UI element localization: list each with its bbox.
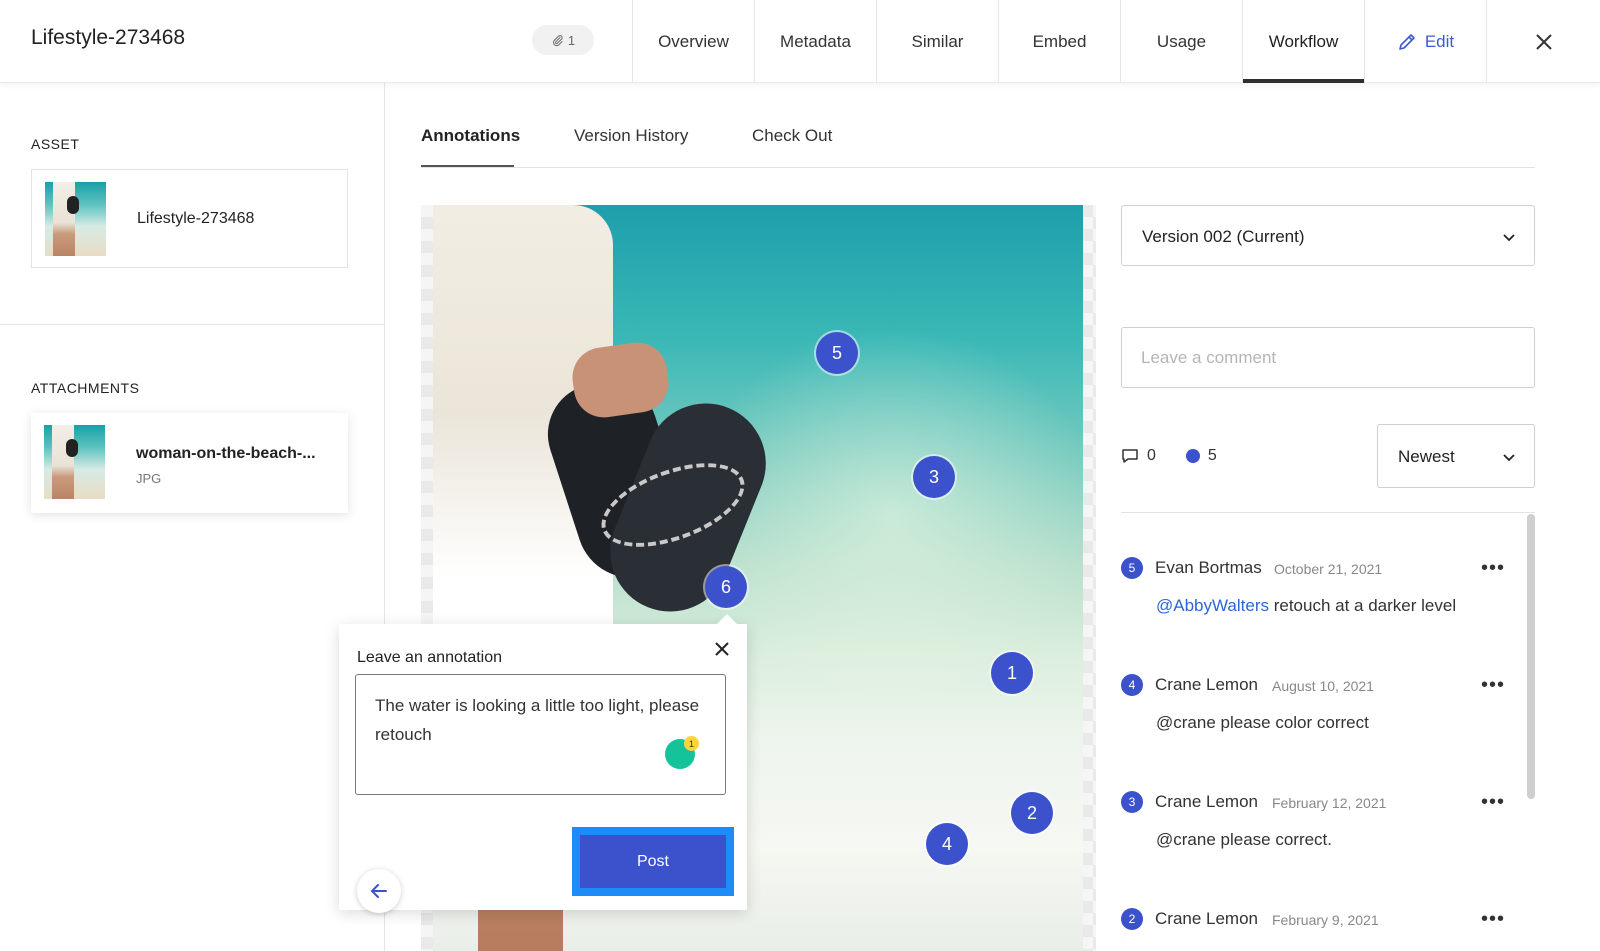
annotation-textarea[interactable]: The water is looking a little too light,… — [355, 674, 726, 795]
comment-number-badge: 5 — [1121, 557, 1143, 579]
subtab-annotations[interactable]: Annotations — [421, 126, 520, 146]
tab-embed-label: Embed — [1032, 31, 1087, 51]
more-options-icon[interactable]: ••• — [1481, 791, 1505, 814]
workflow-subtabs: Annotations Version History Check Out — [421, 83, 1535, 168]
comment-date: February 9, 2021 — [1272, 912, 1379, 928]
more-options-icon[interactable]: ••• — [1481, 908, 1505, 931]
asset-thumbnail — [45, 182, 106, 256]
comment-number-badge: 4 — [1121, 674, 1143, 696]
comment-text: retouch at a darker level — [1269, 596, 1457, 615]
comment-body: @crane please correct. — [1156, 830, 1333, 849]
sort-dropdown[interactable]: Newest — [1377, 424, 1535, 488]
annotation-marker[interactable]: 1 — [991, 652, 1033, 694]
comment-item: 5 Evan Bortmas October 21, 2021 ••• @Abb… — [1121, 513, 1521, 623]
post-button[interactable]: Post — [580, 835, 726, 888]
tab-overview[interactable]: Overview — [632, 0, 754, 83]
pencil-icon — [1399, 33, 1415, 50]
comment-number-badge: 3 — [1121, 791, 1143, 813]
attachment-type: JPG — [136, 471, 162, 486]
close-icon[interactable] — [713, 640, 731, 658]
annotation-marker[interactable]: 2 — [1011, 792, 1053, 834]
tab-similar-label: Similar — [911, 31, 964, 51]
comment-body: @crane please color correct — [1156, 713, 1369, 732]
comment-date: August 10, 2021 — [1272, 678, 1374, 694]
annotation-marker[interactable]: 5 — [816, 332, 858, 374]
comment-counts: 0 5 — [1121, 447, 1217, 465]
tab-embed[interactable]: Embed — [998, 0, 1120, 83]
popup-caret — [717, 614, 737, 624]
comment-body: @AbbyWalters retouch at a darker level — [1156, 596, 1456, 616]
edit-button[interactable]: Edit — [1364, 0, 1486, 83]
tab-workflow[interactable]: Workflow — [1242, 0, 1364, 83]
comment-author: Evan Bortmas — [1155, 558, 1262, 577]
comment-mention[interactable]: @AbbyWalters — [1156, 596, 1269, 615]
tab-workflow-label: Workflow — [1268, 31, 1339, 51]
asset-section-label: ASSET — [31, 136, 80, 152]
grammarly-count-badge: 1 — [684, 736, 699, 751]
attachments-section-label: ATTACHMENTS — [31, 380, 140, 396]
popup-heading: Leave an annotation — [357, 649, 503, 666]
close-icon — [1535, 33, 1552, 50]
subtab-check-out[interactable]: Check Out — [752, 126, 832, 146]
top-header: Lifestyle-273468 1 Overview Metadata Sim… — [0, 0, 1600, 83]
chevron-down-icon — [1503, 454, 1515, 462]
left-panel: ASSET Lifestyle-273468 ATTACHMENTS woman… — [0, 83, 385, 951]
back-button[interactable] — [357, 869, 401, 913]
attachment-thumbnail — [44, 425, 105, 499]
left-divider — [0, 324, 385, 325]
annotation-marker[interactable]: 4 — [926, 823, 968, 865]
tab-usage[interactable]: Usage — [1120, 0, 1242, 83]
annotation-popup: Leave an annotation The water is looking… — [339, 614, 747, 913]
asset-card[interactable]: Lifestyle-273468 — [31, 169, 348, 268]
comment-author: Crane Lemon — [1155, 792, 1259, 811]
sort-dropdown-value: Newest — [1398, 447, 1455, 466]
comment-item: 2 Crane Lemon February 9, 2021 ••• — [1121, 864, 1521, 951]
attachment-count-pill[interactable]: 1 — [532, 25, 594, 55]
tab-overview-label: Overview — [658, 31, 729, 51]
attachment-count: 1 — [567, 32, 576, 48]
comment-input[interactable] — [1121, 327, 1535, 388]
tab-metadata-label: Metadata — [780, 31, 851, 51]
edit-label: Edit — [1424, 31, 1455, 51]
close-button[interactable] — [1486, 0, 1600, 83]
annotation-count: 5 — [1207, 447, 1217, 464]
chevron-down-icon — [1503, 234, 1515, 242]
post-button-focus-ring: Post — [572, 827, 734, 896]
tab-usage-label: Usage — [1156, 31, 1207, 51]
comments-scrollbar[interactable] — [1527, 514, 1535, 799]
asset-card-name: Lifestyle-273468 — [137, 210, 255, 227]
tab-metadata[interactable]: Metadata — [754, 0, 876, 83]
comment-item: 4 Crane Lemon August 10, 2021 ••• @crane… — [1121, 630, 1521, 740]
annotation-dot-icon — [1185, 449, 1200, 463]
subtab-version-history[interactable]: Version History — [574, 126, 688, 146]
annotation-marker[interactable]: 6 — [705, 566, 747, 608]
active-subtab-indicator — [421, 165, 514, 167]
more-options-icon[interactable]: ••• — [1481, 557, 1505, 580]
asset-nav-tabs: Overview Metadata Similar Embed Usage Wo… — [632, 0, 1486, 83]
comment-icon — [1122, 449, 1138, 463]
comment-number-badge: 2 — [1121, 908, 1143, 930]
more-options-icon[interactable]: ••• — [1481, 674, 1505, 697]
comment-item: 3 Crane Lemon February 12, 2021 ••• @cra… — [1121, 747, 1521, 857]
attachment-card[interactable]: woman-on-the-beach-... JPG — [31, 413, 348, 513]
comment-count: 0 — [1147, 447, 1156, 464]
paperclip-icon — [552, 34, 563, 46]
tab-similar[interactable]: Similar — [876, 0, 998, 83]
comment-author: Crane Lemon — [1155, 675, 1259, 694]
comment-author: Crane Lemon — [1155, 909, 1259, 928]
comment-date: February 12, 2021 — [1272, 795, 1387, 811]
comments-list: 5 Evan Bortmas October 21, 2021 ••• @Abb… — [1121, 512, 1535, 951]
version-dropdown-value: Version 002 (Current) — [1142, 227, 1305, 246]
attachment-name: woman-on-the-beach-... — [136, 445, 316, 462]
asset-title: Lifestyle-273468 — [31, 26, 186, 49]
annotation-marker[interactable]: 3 — [913, 456, 955, 498]
comment-date: October 21, 2021 — [1274, 561, 1383, 577]
arrow-left-icon — [371, 884, 387, 898]
version-dropdown[interactable]: Version 002 (Current) — [1121, 205, 1535, 266]
